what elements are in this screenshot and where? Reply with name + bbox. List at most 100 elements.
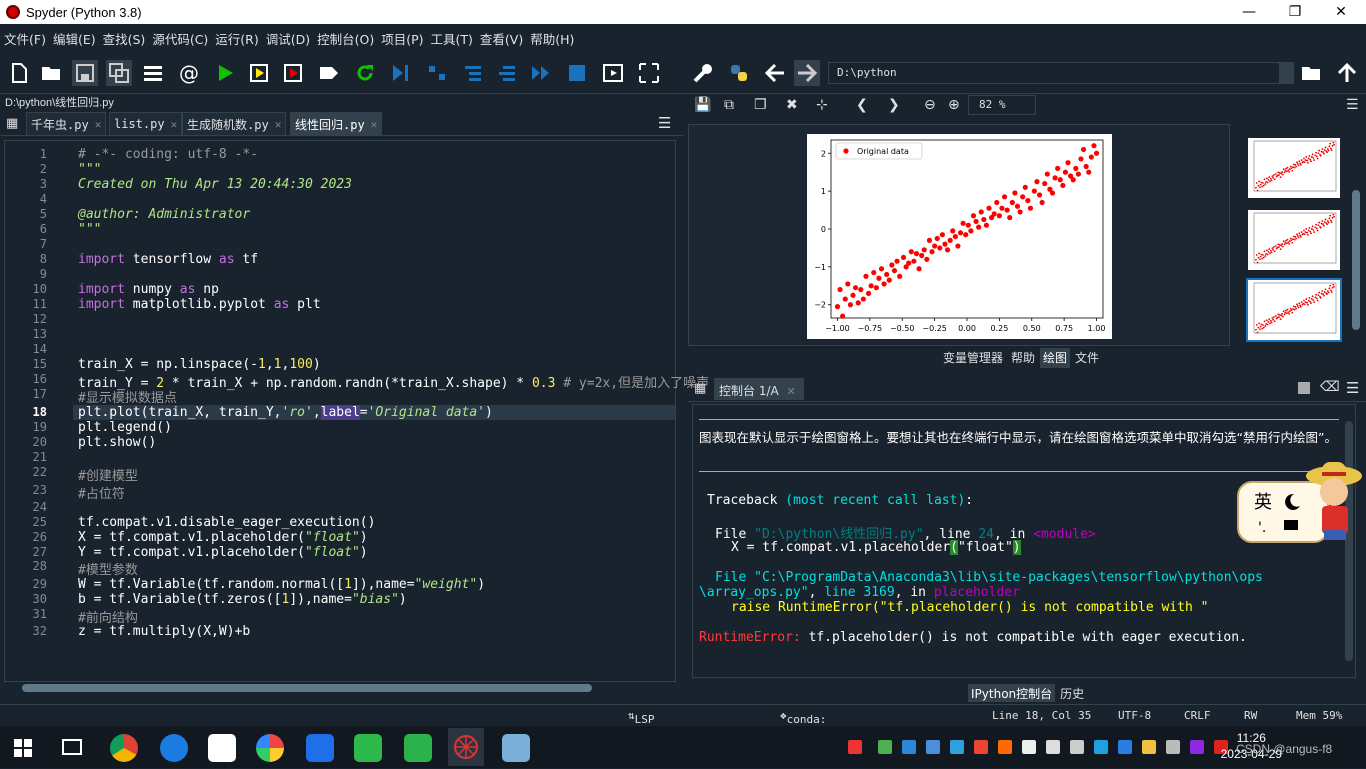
step-icon[interactable]	[424, 60, 450, 86]
run-cell-advance-icon[interactable]	[280, 60, 306, 86]
close-tab-icon[interactable]: ✕	[787, 385, 796, 398]
close-tab-icon[interactable]: ✕	[95, 118, 102, 131]
browse-folder-icon[interactable]	[1298, 60, 1324, 86]
run-cell-icon[interactable]	[246, 60, 272, 86]
tab-linear-regression[interactable]: 线性回归.py ✕	[290, 112, 383, 136]
new-file-icon[interactable]	[6, 60, 32, 86]
media-player-icon[interactable]	[354, 734, 382, 762]
volume-icon[interactable]	[1070, 740, 1084, 754]
python-path-icon[interactable]	[726, 60, 752, 86]
feishu-icon[interactable]	[306, 734, 334, 762]
maximize-pane-icon[interactable]	[600, 60, 626, 86]
stop-kernel-icon[interactable]	[1298, 382, 1310, 394]
open-folder-icon[interactable]	[38, 60, 64, 86]
menu-projects[interactable]: 项目(P)	[381, 29, 423, 48]
tray-orange-icon[interactable]	[998, 740, 1012, 754]
close-tab-icon[interactable]: ✕	[371, 118, 378, 131]
tray-app-icon[interactable]	[848, 740, 862, 754]
menu-file[interactable]: 文件(F)	[4, 29, 46, 48]
zoom-in-icon[interactable]: ⊕	[948, 97, 960, 113]
menu-search[interactable]: 查找(S)	[103, 29, 146, 48]
wifi-icon[interactable]	[1046, 740, 1060, 754]
plot-thumbnail-selected[interactable]	[1246, 278, 1342, 342]
close-button[interactable]: ✕	[1318, 0, 1364, 24]
fullscreen-icon[interactable]	[636, 60, 662, 86]
close-tab-icon[interactable]: ✕	[171, 118, 178, 131]
debug-icon[interactable]	[388, 60, 414, 86]
rerun-icon[interactable]	[352, 60, 378, 86]
console-tab[interactable]: 控制台 1/A ✕	[714, 378, 804, 400]
save-all-plots-icon[interactable]: ⧉	[724, 97, 734, 113]
tray-bird-icon[interactable]	[950, 740, 964, 754]
browse-tabs-icon[interactable]: ▦	[6, 116, 18, 131]
tab-ipython-console[interactable]: IPython控制台	[968, 684, 1056, 702]
run-selection-icon[interactable]	[316, 60, 342, 86]
close-tab-icon[interactable]: ✕	[275, 118, 282, 131]
tray-pen-icon[interactable]	[926, 740, 940, 754]
code-area[interactable]: # -*- coding: utf-8 -*- """ Created on T…	[73, 141, 709, 681]
tray-shield-icon[interactable]	[1142, 740, 1156, 754]
wrench-icon[interactable]	[690, 60, 716, 86]
forward-arrow-icon[interactable]	[794, 60, 820, 86]
plot-thumbnail[interactable]	[1246, 136, 1342, 200]
tray-purple-icon[interactable]	[1190, 740, 1204, 754]
remove-all-plots-icon[interactable]: ⊹	[816, 97, 828, 113]
next-plot-icon[interactable]: ❯	[888, 97, 900, 113]
tab-list[interactable]: list.py ✕	[109, 112, 183, 136]
kugou-icon[interactable]	[160, 734, 188, 762]
save-plot-icon[interactable]: 💾	[694, 97, 711, 113]
menu-consoles[interactable]: 控制台(O)	[317, 29, 374, 48]
scrollbar-thumb[interactable]	[22, 684, 592, 692]
zoom-out-icon[interactable]: ⊖	[924, 97, 936, 113]
menu-source[interactable]: 源代码(C)	[152, 29, 208, 48]
menu-view[interactable]: 查看(V)	[480, 29, 523, 48]
console-options-menu-icon[interactable]: ☰	[1346, 379, 1359, 397]
spyder-taskbar-icon[interactable]	[448, 728, 484, 766]
notes-app-icon[interactable]	[502, 734, 530, 762]
wechat-icon[interactable]	[404, 734, 432, 762]
chrome-icon[interactable]	[110, 734, 138, 762]
eraser-icon[interactable]: ⌫	[1320, 379, 1340, 395]
working-directory-field[interactable]: D:\python	[828, 62, 1294, 84]
outline-list-icon[interactable]	[140, 60, 166, 86]
menu-help[interactable]: 帮助(H)	[530, 29, 574, 48]
editor-horizontal-scrollbar[interactable]	[8, 682, 668, 694]
menu-tools[interactable]: 工具(T)	[431, 29, 473, 48]
plots-options-menu-icon[interactable]: ☰	[1346, 97, 1359, 113]
step-return-icon[interactable]	[494, 60, 520, 86]
editor-options-menu-icon[interactable]: ☰	[658, 114, 671, 132]
desktop-mascot-widget[interactable]: 英 '.	[1236, 456, 1364, 544]
tray-display-icon[interactable]	[1094, 740, 1108, 754]
menu-edit[interactable]: 编辑(E)	[53, 29, 96, 48]
tab-history[interactable]: 历史	[1057, 684, 1087, 702]
remove-plot-icon[interactable]: ✖	[786, 97, 798, 113]
tab-help[interactable]: 帮助	[1008, 348, 1039, 368]
save-icon[interactable]	[72, 60, 98, 86]
at-sign-icon[interactable]: @	[176, 60, 202, 86]
parent-directory-icon[interactable]	[1334, 60, 1360, 86]
tab-variable-explorer[interactable]: 变量管理器	[940, 348, 1007, 368]
task-view-icon[interactable]	[62, 739, 82, 755]
tab-plots[interactable]: 绘图	[1040, 348, 1071, 368]
minimize-button[interactable]: —	[1226, 0, 1272, 24]
windows-start-icon[interactable]	[14, 739, 32, 757]
stop-icon[interactable]	[564, 60, 590, 86]
tab-random[interactable]: 生成随机数.py ✕	[182, 112, 287, 136]
bluetooth-icon[interactable]	[1118, 740, 1132, 754]
save-all-icon[interactable]	[106, 60, 132, 86]
continue-icon[interactable]	[528, 60, 554, 86]
tab-qiannianchong[interactable]: 千年虫.py ✕	[26, 112, 107, 136]
previous-plot-icon[interactable]: ❮	[856, 97, 868, 113]
restore-button[interactable]: ❐	[1272, 0, 1318, 24]
thumbnail-scrollbar[interactable]	[1350, 124, 1362, 346]
back-arrow-icon[interactable]	[762, 60, 788, 86]
menu-debug[interactable]: 调试(D)	[266, 29, 310, 48]
scrollbar-thumb[interactable]	[1352, 190, 1360, 330]
browse-tabs-icon[interactable]: ▦	[694, 381, 706, 396]
tray-red-app-icon[interactable]	[974, 740, 988, 754]
pdf-reader-icon[interactable]	[208, 734, 236, 762]
chevron-down-icon[interactable]	[1279, 63, 1293, 83]
menu-run[interactable]: 运行(R)	[215, 29, 258, 48]
code-editor[interactable]: 1 2 3 4 5 6 7 8 9 10 11 12 13 14 15 16 17 18 19 20 21 22 23 24 2…	[4, 140, 709, 682]
plot-thumbnail[interactable]	[1246, 208, 1342, 272]
